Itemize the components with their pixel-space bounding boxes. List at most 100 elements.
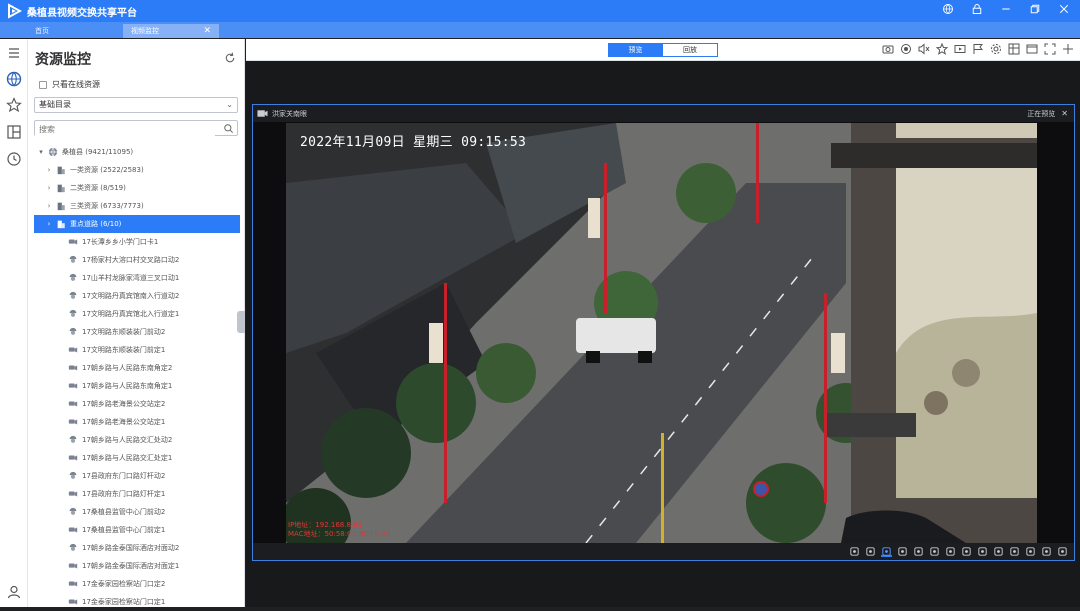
camera-icon <box>68 453 78 463</box>
online-only-checkbox[interactable]: 只看在线资源 <box>39 79 100 90</box>
chevron-down-icon: ⌄ <box>226 100 233 109</box>
tree-node[interactable]: 17朝乡路与人民路东南角定2 <box>28 359 244 377</box>
ptz-icon[interactable] <box>945 546 956 557</box>
tab-video-monitor[interactable]: 视频监控 ✕ <box>123 24 219 38</box>
tree-node[interactable]: 17桑植县监管中心门前定1 <box>28 521 244 539</box>
checkbox-box[interactable] <box>39 80 47 89</box>
tree-node[interactable]: › 一类资源 (2522/2583) <box>28 161 244 179</box>
tree-node[interactable]: 17朝乡路与人民路交汇处定1 <box>28 449 244 467</box>
building-icon <box>56 165 66 175</box>
menu-icon[interactable] <box>6 45 22 61</box>
resource-sidebar: 资源监控 只看在线资源 基础目录 ⌄ ▾ 桑植县 (9421/11095) › 一类资… <box>28 39 245 607</box>
tree-node-label: 二类资源 (8/519) <box>70 184 126 192</box>
select-value: 基础目录 <box>39 100 71 109</box>
tree-node[interactable]: 17文明路丹真宾馆北入行道定1 <box>28 305 244 323</box>
tree-node[interactable]: › 三类资源 (6733/7773) <box>28 197 244 215</box>
star-icon[interactable] <box>6 97 22 113</box>
record-icon[interactable] <box>865 546 876 557</box>
record-icon[interactable] <box>900 43 912 55</box>
tree-node[interactable]: 17县政府东门口路灯杆定1 <box>28 485 244 503</box>
ratio-icon[interactable] <box>961 546 972 557</box>
history-icon[interactable] <box>6 151 22 167</box>
tree-node[interactable]: 17朝乡路老海景公交站定2 <box>28 395 244 413</box>
tab-label: 首页 <box>35 27 49 35</box>
tree-node[interactable]: 17长潭乡乡小学门口卡1 <box>28 233 244 251</box>
close-icon[interactable] <box>1058 3 1074 19</box>
tree-node[interactable]: › 重点道路 (6/10) <box>34 215 240 233</box>
preview-button[interactable]: 预览 <box>608 43 663 57</box>
volume-icon[interactable] <box>1025 546 1036 557</box>
globe-icon[interactable] <box>6 71 22 87</box>
tree-node[interactable]: 17朝乡路与人民路交汇处动2 <box>28 431 244 449</box>
minimize-icon[interactable] <box>1000 3 1016 19</box>
export-icon[interactable] <box>993 546 1004 557</box>
search-icon[interactable] <box>223 123 234 134</box>
tree-node[interactable]: 17朝乡路与人民路东南角定1 <box>28 377 244 395</box>
caret-right-icon[interactable]: › <box>44 220 54 228</box>
playback-button[interactable]: 回放 <box>663 43 718 57</box>
tree-node[interactable]: 17山羊村龙脉家湾道三叉口动1 <box>28 269 244 287</box>
snapshot-icon[interactable] <box>849 546 860 557</box>
settings-icon[interactable] <box>990 43 1002 55</box>
tree-node-label: 17朝乡路老海景公交站定2 <box>82 400 166 408</box>
tree-node[interactable]: 17文明路东顺装装门前定1 <box>28 341 244 359</box>
tab-close-icon[interactable]: ✕ <box>203 26 211 36</box>
tree-node-label: 重点道路 (6/10) <box>70 220 122 228</box>
window-icon[interactable] <box>1026 43 1038 55</box>
stream-icon[interactable] <box>1009 546 1020 557</box>
gesture-icon[interactable] <box>1057 546 1068 557</box>
tree-node[interactable]: 17朝乡路老海景公交站定1 <box>28 413 244 431</box>
tree-node[interactable]: 17文明路东顺装装门前动2 <box>28 323 244 341</box>
caret-right-icon[interactable]: › <box>44 184 54 192</box>
tree-node[interactable]: ▾ 桑植县 (9421/11095) <box>28 143 244 161</box>
camera-icon[interactable] <box>882 43 894 55</box>
layout-icon[interactable] <box>6 124 22 140</box>
camera-icon <box>68 363 78 373</box>
tree-node[interactable]: 17桑植县监管中心门前动2 <box>28 503 244 521</box>
mute-icon[interactable] <box>918 43 930 55</box>
tree-node-label: 17朝乡路与人民路东南角定2 <box>82 364 173 372</box>
rotate-icon[interactable] <box>897 546 908 557</box>
caret-right-icon[interactable]: › <box>44 202 54 210</box>
directory-select[interactable]: 基础目录 ⌄ <box>34 97 238 113</box>
grid-icon[interactable] <box>977 546 988 557</box>
language-icon[interactable] <box>942 3 958 19</box>
globe-icon <box>48 147 58 157</box>
alarm-icon[interactable] <box>1041 546 1052 557</box>
tree-node[interactable]: 17县政府东门口路灯杆动2 <box>28 467 244 485</box>
tree-node[interactable]: 17金泰家园检察站门口定2 <box>28 575 244 593</box>
flag-icon[interactable] <box>972 43 984 55</box>
video-icon[interactable] <box>954 43 966 55</box>
app-logo-icon <box>8 3 22 19</box>
tree-node[interactable]: 17文明路丹真宾馆南入行道动2 <box>28 287 244 305</box>
more-icon[interactable] <box>1062 43 1074 55</box>
player-close-icon[interactable]: ✕ <box>1061 109 1068 118</box>
lock-icon[interactable] <box>971 3 987 19</box>
street-scene-image <box>286 123 1037 543</box>
caret-right-icon[interactable]: › <box>44 166 54 174</box>
video-player[interactable]: 洪家关南眼 正在预览 ✕ 2022年11月09日 星期三 09:15:53 IP… <box>252 104 1075 561</box>
dome-icon <box>68 507 78 517</box>
user-icon[interactable] <box>6 584 22 600</box>
search-input[interactable] <box>35 122 215 137</box>
tree-node-label: 17文明路东顺装装门前定1 <box>82 346 166 354</box>
tab-home[interactable]: 首页 <box>27 24 123 38</box>
tree-node[interactable]: 17杨家村大溶口村交叉路口动2 <box>28 251 244 269</box>
restore-icon[interactable] <box>1029 3 1045 19</box>
sidebar-collapse-handle[interactable] <box>237 311 245 333</box>
mic-icon[interactable] <box>913 546 924 557</box>
tree-node-label: 一类资源 (2522/2583) <box>70 166 144 174</box>
title-bar: 桑植县视频交换共享平台 <box>0 0 1080 22</box>
tree-node[interactable]: 17金泰家园检察站门口定1 <box>28 593 244 611</box>
tree-node[interactable]: 17朝乡路金泰国际酒店对面定1 <box>28 557 244 575</box>
tree-node[interactable]: 17朝乡路金泰国际酒店对面动2 <box>28 539 244 557</box>
layout-icon[interactable] <box>1008 43 1020 55</box>
star-icon[interactable] <box>935 42 949 55</box>
person-icon[interactable] <box>881 546 892 557</box>
tab-bar: 首页 视频监控 ✕ <box>0 22 1080 38</box>
tree-node[interactable]: › 二类资源 (8/519) <box>28 179 244 197</box>
caret-down-icon[interactable]: ▾ <box>36 148 46 156</box>
refresh-icon[interactable] <box>224 52 236 64</box>
zoom-icon[interactable] <box>929 546 940 557</box>
fullscreen-icon[interactable] <box>1044 43 1056 55</box>
